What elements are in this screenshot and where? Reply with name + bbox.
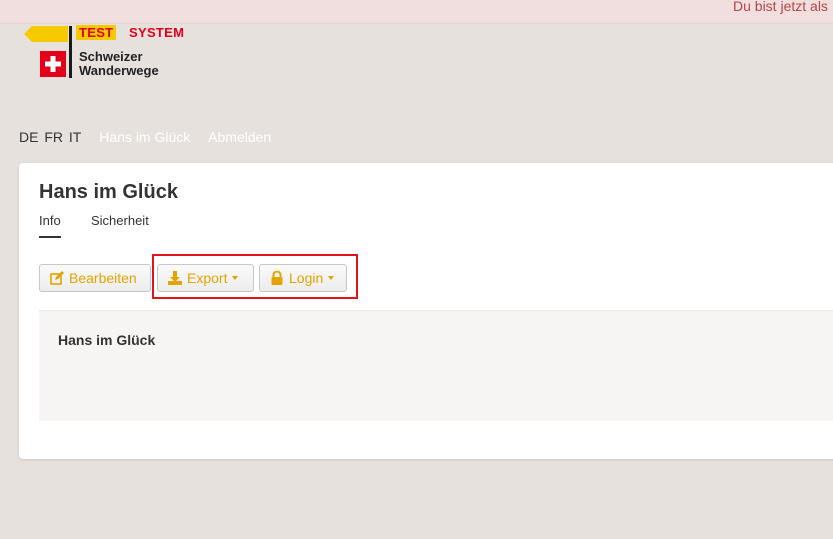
tab-info[interactable]: Info: [39, 213, 61, 238]
signpost-arrow-icon: [24, 26, 68, 42]
tab-sicherheit[interactable]: Sicherheit: [91, 213, 149, 228]
person-name: Hans im Glück: [58, 332, 156, 348]
chevron-down-icon: [232, 276, 239, 280]
person-card: Hans im Glück Info Sicherheit Bearbeiten…: [19, 163, 833, 459]
top-navigation: DE FR IT Hans im Glück Abmelden: [19, 129, 273, 145]
lock-icon: [271, 271, 283, 285]
login-dropdown-button[interactable]: Login: [259, 264, 347, 292]
lang-de[interactable]: DE: [19, 129, 38, 145]
chevron-down-icon: [328, 276, 335, 280]
edit-button[interactable]: Bearbeiten: [39, 264, 151, 292]
brand-name-line2: Wanderwege: [79, 63, 159, 78]
content-panel: Hans im Glück: [39, 310, 833, 421]
login-button-label: Login: [289, 270, 324, 286]
logo-bar: [69, 26, 72, 78]
edit-button-label: Bearbeiten: [69, 270, 137, 286]
page-title: Hans im Glück: [39, 181, 178, 203]
download-icon: [168, 271, 182, 285]
export-button-label: Export: [187, 270, 228, 286]
lang-it[interactable]: IT: [69, 129, 81, 145]
alert-banner: Du bist jetzt als: [0, 0, 833, 24]
lang-fr[interactable]: FR: [44, 129, 63, 145]
banner-text: Du bist jetzt als: [733, 0, 828, 14]
brand-name-line1: Schweizer: [79, 49, 143, 64]
test-label: TEST: [76, 25, 117, 40]
edit-icon: [50, 271, 64, 285]
logo[interactable]: TEST SYSTEM Schweizer Wanderwege: [24, 24, 204, 84]
system-label: SYSTEM: [129, 25, 185, 40]
logout-link[interactable]: Abmelden: [208, 129, 271, 145]
export-dropdown-button[interactable]: Export: [157, 264, 254, 292]
user-profile-link[interactable]: Hans im Glück: [99, 129, 190, 145]
swiss-flag-icon: [40, 51, 66, 77]
